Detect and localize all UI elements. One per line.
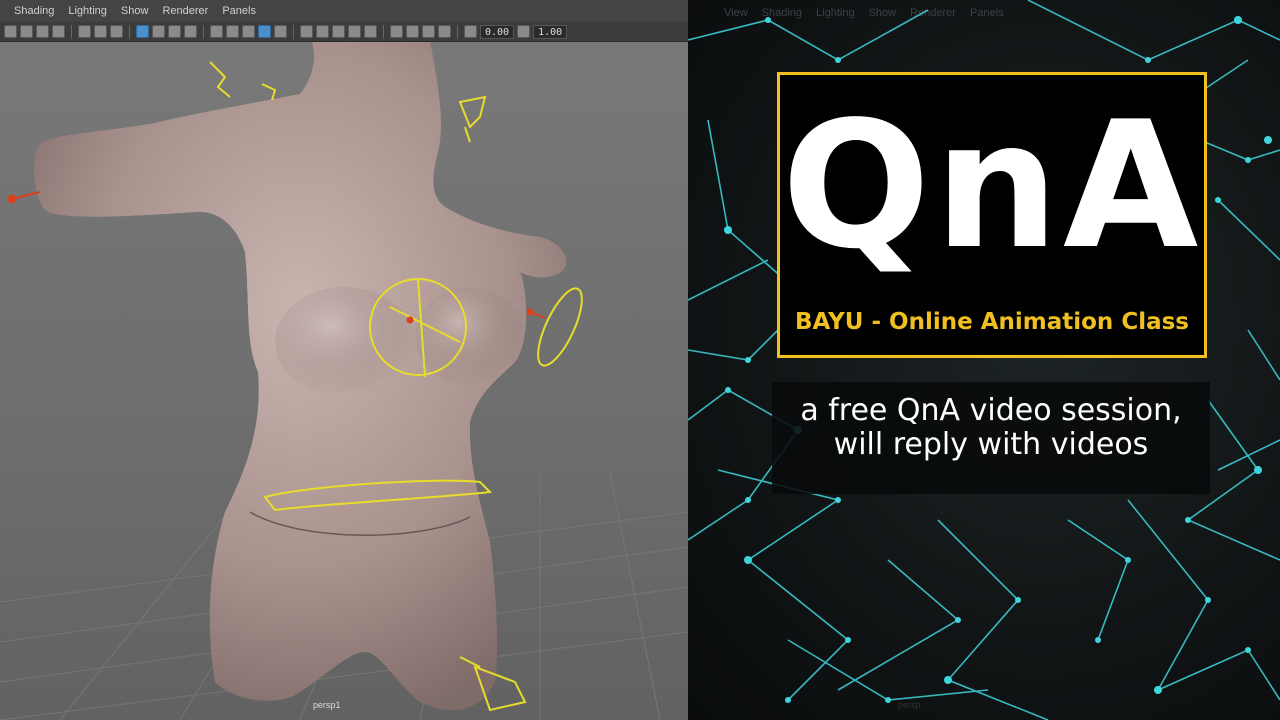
xray-icon[interactable] — [406, 25, 419, 38]
grid-toggle-icon[interactable] — [110, 25, 123, 38]
lights-icon[interactable] — [316, 25, 329, 38]
field-chart-icon[interactable] — [184, 25, 197, 38]
film-gate-icon[interactable] — [136, 25, 149, 38]
motion-blur-icon[interactable] — [364, 25, 377, 38]
3d-viewport[interactable]: Shading Lighting Show Renderer Panels 0.… — [0, 0, 688, 720]
smooth-shade-icon[interactable] — [258, 25, 271, 38]
torso-model — [34, 42, 567, 711]
exposure-icon[interactable] — [464, 25, 477, 38]
shoulder-control — [458, 95, 487, 129]
neck-control — [209, 61, 231, 98]
safe-action-icon[interactable] — [210, 25, 223, 38]
resolution-gate-icon[interactable] — [152, 25, 165, 38]
toolbar-divider — [457, 24, 458, 39]
chest-left-shape — [275, 287, 415, 397]
arm-control — [537, 287, 583, 367]
camera-label: persp1 — [313, 700, 341, 710]
promo-panel: View Shading Lighting Show Renderer Pane… — [688, 0, 1280, 720]
viewport-toolbar: 0.00 1.00 — [0, 22, 688, 42]
grease-pencil-icon[interactable] — [78, 25, 91, 38]
description-line-2: will reply with videos — [833, 427, 1149, 462]
toolbar-divider — [71, 24, 72, 39]
viewport-scene — [0, 42, 688, 720]
xray-joints-icon[interactable] — [422, 25, 435, 38]
image-plane-icon[interactable] — [52, 25, 65, 38]
gate-mask-icon[interactable] — [168, 25, 181, 38]
2d-pan-zoom-icon[interactable] — [94, 25, 107, 38]
shadows-icon[interactable] — [332, 25, 345, 38]
xray-components-icon[interactable] — [438, 25, 451, 38]
description-box: a free QnA video session, will reply wit… — [772, 382, 1210, 494]
menu-renderer[interactable]: Renderer — [162, 5, 208, 17]
class-name: BAYU - Online Animation Class — [795, 309, 1189, 335]
toolbar-divider — [129, 24, 130, 39]
menu-panels[interactable]: Panels — [222, 5, 256, 17]
wireframe-on-shaded-icon[interactable] — [274, 25, 287, 38]
gamma-icon[interactable] — [517, 25, 531, 38]
viewport-menubar: Shading Lighting Show Renderer Panels — [0, 0, 688, 22]
isolate-select-icon[interactable] — [390, 25, 403, 38]
toolbar-divider — [203, 24, 204, 39]
gamma-field[interactable]: 1.00 — [533, 24, 568, 39]
ambient-occlusion-icon[interactable] — [348, 25, 361, 38]
bookmark-icon[interactable] — [36, 25, 49, 38]
qna-title: QnA — [781, 85, 1203, 288]
menu-shading[interactable]: Shading — [14, 5, 54, 17]
toolbar-divider — [383, 24, 384, 39]
title-box: QnA BAYU - Online Animation Class — [777, 72, 1207, 358]
textured-icon[interactable] — [300, 25, 313, 38]
toolbar-divider — [293, 24, 294, 39]
exposure-field[interactable]: 0.00 — [480, 24, 515, 39]
background-camera-label: persp — [898, 700, 921, 710]
camera-attributes-icon[interactable] — [20, 25, 33, 38]
chest-right-shape — [415, 287, 525, 387]
menu-show[interactable]: Show — [121, 5, 149, 17]
description-line-1: a free QnA video session, — [800, 393, 1182, 428]
menu-lighting[interactable]: Lighting — [68, 5, 107, 17]
safe-title-icon[interactable] — [226, 25, 239, 38]
wireframe-icon[interactable] — [242, 25, 255, 38]
select-camera-icon[interactable] — [4, 25, 17, 38]
